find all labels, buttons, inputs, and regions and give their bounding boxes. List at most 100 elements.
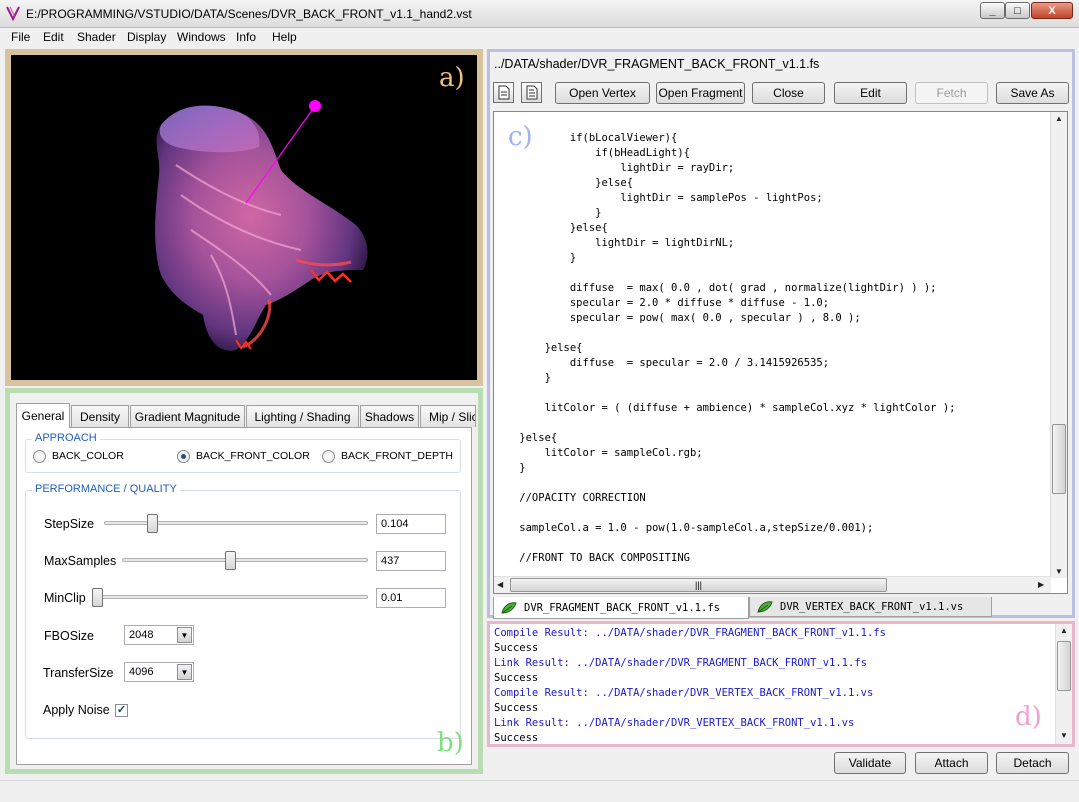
menu-display[interactable]: Display — [127, 30, 166, 44]
menu-shader[interactable]: Shader — [77, 30, 116, 44]
minimize-button[interactable]: _ — [980, 2, 1005, 19]
menu-edit[interactable]: Edit — [43, 30, 64, 44]
radio-back-color[interactable] — [33, 450, 46, 463]
console-result-line: Compile Result: ../DATA/shader/DVR_VERTE… — [494, 687, 874, 699]
radio-back-front-depth-label: BACK_FRONT_DEPTH — [341, 450, 454, 462]
panel-label-c: c) — [508, 122, 533, 152]
file-tab-vertex[interactable]: DVR_VERTEX_BACK_FRONT_v1.1.vs — [749, 597, 992, 617]
code-horizontal-scroll-thumb[interactable]: ||| — [510, 578, 887, 592]
code-line: lightDir = samplePos - lightPos; — [494, 192, 823, 204]
new-file-icon[interactable] — [493, 82, 514, 103]
close-window-button[interactable]: X — [1031, 2, 1073, 19]
volume-rendering — [155, 100, 368, 351]
code-line: //OPACITY CORRECTION — [494, 492, 646, 504]
scroll-right-icon[interactable]: ▶ — [1038, 580, 1044, 589]
transfer-size-label: TransferSize — [43, 666, 114, 680]
min-clip-label: MinClip — [44, 591, 86, 605]
max-samples-slider-track[interactable] — [122, 558, 368, 562]
code-line: diffuse = max( 0.0 , dot( grad , normali… — [494, 282, 937, 294]
min-clip-slider-handle[interactable] — [92, 588, 103, 607]
maximize-button[interactable]: □ — [1005, 2, 1030, 19]
tab-general[interactable]: General — [16, 403, 70, 428]
max-samples-slider-handle[interactable] — [225, 551, 237, 570]
fbo-size-value: 2048 — [129, 629, 154, 641]
radio-back-front-depth[interactable] — [322, 450, 335, 463]
scroll-down-icon[interactable]: ▼ — [1060, 731, 1068, 740]
menu-info[interactable]: Info — [236, 30, 256, 44]
console-result-line: Link Result: ../DATA/shader/DVR_VERTEX_B… — [494, 717, 855, 729]
code-line: diffuse = specular = 2.0 / 3.1415926535; — [494, 357, 830, 369]
tab-mip-slicing[interactable]: Mip / Slicing — [420, 405, 476, 427]
save-as-button[interactable]: Save As — [996, 82, 1069, 104]
panel-label-a: a) — [439, 63, 465, 93]
open-vertex-button[interactable]: Open Vertex — [555, 82, 650, 104]
document-icon[interactable] — [521, 82, 542, 103]
menu-help[interactable]: Help — [272, 30, 297, 44]
code-line: } — [494, 207, 602, 219]
code-line: lightDir = rayDir; — [494, 162, 735, 174]
step-size-label: StepSize — [44, 517, 95, 531]
max-samples-input[interactable]: 437 — [376, 551, 446, 571]
code-line: sampleCol.a = 1.0 - pow(1.0-sampleCol.a,… — [494, 522, 874, 534]
code-line: }else{ — [494, 342, 583, 354]
performance-group: PERFORMANCE / QUALITY StepSize 0.104 Max… — [25, 483, 461, 739]
scroll-up-icon[interactable]: ▲ — [1055, 114, 1063, 123]
attach-button[interactable]: Attach — [915, 752, 988, 774]
app-logo-icon — [6, 6, 20, 22]
approach-group: APPROACH BACK_COLOR BACK_FRONT_COLOR BAC… — [25, 432, 461, 473]
panel-label-d: d) — [1015, 702, 1042, 732]
edit-shader-button[interactable]: Edit — [834, 82, 907, 104]
compile-log[interactable]: Compile Result: ../DATA/shader/DVR_FRAGM… — [490, 624, 1072, 744]
render-panel: a) — [5, 49, 483, 386]
console-scroll-thumb[interactable] — [1057, 641, 1071, 691]
window-title: E:/PROGRAMMING/VSTUDIO/DATA/Scenes/DVR_B… — [26, 7, 472, 21]
tab-shadows[interactable]: Shadows — [360, 405, 419, 427]
step-size-input[interactable]: 0.104 — [376, 514, 446, 534]
validate-button[interactable]: Validate — [834, 752, 906, 774]
radio-back-front-color[interactable] — [177, 450, 190, 463]
code-line: } — [494, 252, 577, 264]
menu-file[interactable]: File — [11, 30, 30, 44]
fetch-button[interactable]: Fetch — [915, 82, 988, 104]
min-clip-input[interactable]: 0.01 — [376, 588, 446, 608]
transfer-size-select[interactable]: 4096 ▼ — [124, 662, 194, 682]
fbo-size-select[interactable]: 2048 ▼ — [124, 625, 194, 645]
step-size-slider-handle[interactable] — [147, 514, 159, 533]
console-panel: Compile Result: ../DATA/shader/DVR_FRAGM… — [487, 621, 1075, 747]
open-fragment-button[interactable]: Open Fragment — [656, 82, 745, 104]
code-line: }else{ — [494, 432, 558, 444]
close-shader-button[interactable]: Close — [752, 82, 825, 104]
code-line: specular = 2.0 * diffuse * diffuse - 1.0… — [494, 297, 830, 309]
min-clip-slider-track[interactable] — [92, 595, 368, 599]
chevron-down-icon: ▼ — [177, 664, 192, 680]
code-vertical-scrollbar[interactable]: ▲ ▼ — [1050, 112, 1067, 578]
step-size-slider-track[interactable] — [104, 521, 368, 525]
code-editor[interactable]: if(bLocalViewer){ if(bHeadLight){ lightD… — [493, 111, 1068, 594]
render-viewport[interactable]: a) — [11, 55, 477, 380]
apply-noise-checkbox[interactable]: ✓ — [115, 704, 128, 717]
scroll-down-icon[interactable]: ▼ — [1055, 567, 1063, 576]
code-horizontal-scrollbar[interactable]: ◀ ||| ▶ — [494, 576, 1051, 593]
panel-label-b: b) — [437, 728, 464, 758]
menu-bar: File Edit Shader Display Windows Info He… — [0, 28, 1079, 46]
radio-back-color-label: BACK_COLOR — [52, 450, 124, 462]
transfer-size-value: 4096 — [129, 666, 154, 678]
code-vertical-scroll-thumb[interactable] — [1052, 424, 1066, 494]
console-vertical-scrollbar[interactable]: ▲ ▼ — [1055, 624, 1072, 744]
fbo-size-label: FBOSize — [44, 629, 95, 643]
tab-lighting-shading[interactable]: Lighting / Shading — [246, 405, 359, 427]
detach-button[interactable]: Detach — [996, 752, 1069, 774]
scroll-up-icon[interactable]: ▲ — [1060, 626, 1068, 635]
code-line: } — [494, 462, 526, 474]
apply-noise-label: Apply Noise — [43, 703, 110, 717]
console-status-line: Success — [494, 732, 539, 744]
scroll-left-icon[interactable]: ◀ — [497, 580, 503, 589]
max-samples-label: MaxSamples — [44, 554, 117, 568]
status-bar — [0, 780, 1079, 802]
shader-file-path: ../DATA/shader/DVR_FRAGMENT_BACK_FRONT_v… — [494, 57, 820, 71]
tab-density[interactable]: Density — [71, 405, 129, 427]
file-tab-fragment[interactable]: DVR_FRAGMENT_BACK_FRONT_v1.1.fs — [493, 597, 749, 619]
light-source-handle — [309, 100, 321, 112]
tab-gradient-magnitude[interactable]: Gradient Magnitude — [130, 405, 245, 427]
menu-windows[interactable]: Windows — [177, 30, 226, 44]
